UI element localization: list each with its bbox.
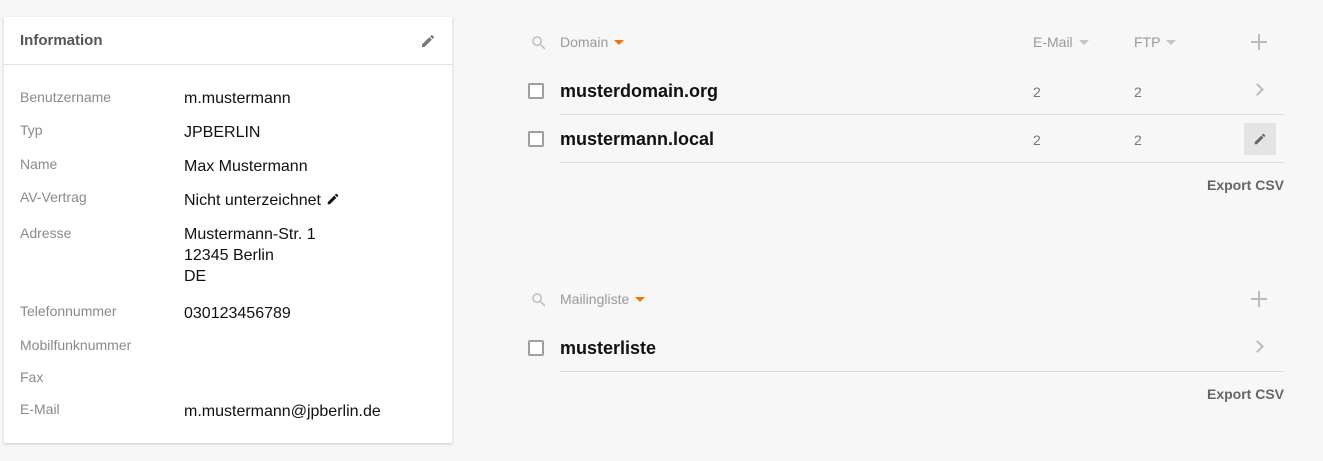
export-csv-link[interactable]: Export CSV <box>1207 386 1284 402</box>
sort-caret-icon <box>614 40 625 45</box>
sort-domain[interactable]: Domain <box>560 34 625 50</box>
field-value: Nicht unterzeichnet <box>184 190 340 212</box>
row-checkbox[interactable] <box>528 131 544 147</box>
email-count: 2 <box>1033 84 1041 100</box>
table-header: Domain E-Mail FTP <box>524 17 1284 67</box>
field-label: Mobilfunknummer <box>20 337 132 353</box>
field-value: m.mustermann <box>184 90 291 107</box>
field-label: E-Mail <box>20 401 60 417</box>
sort-ftp[interactable]: FTP <box>1134 34 1177 50</box>
chevron-right-icon[interactable] <box>1251 83 1264 96</box>
column-label: Mailingliste <box>560 291 630 307</box>
domain-table: Domain E-Mail FTP musterdomain.org 2 2 m… <box>524 17 1284 193</box>
card-header: Information <box>4 17 452 65</box>
field-label: Benutzername <box>20 89 112 105</box>
row-checkbox[interactable] <box>528 340 544 356</box>
edit-pencil-icon[interactable] <box>326 191 340 212</box>
address-line: 12345 Berlin <box>184 247 274 264</box>
field-value: Mustermann-Str. 1 12345 Berlin DE <box>184 224 316 287</box>
sort-mailingliste[interactable]: Mailingliste <box>560 291 646 307</box>
search-icon[interactable] <box>530 34 548 52</box>
sort-caret-icon <box>1166 40 1177 45</box>
sort-caret-icon <box>1078 40 1089 45</box>
mailinglist-table: Mailingliste musterliste Export CSV <box>524 274 1284 402</box>
mailinglist-name: musterliste <box>560 338 657 358</box>
table-row[interactable]: musterliste <box>524 324 1284 372</box>
email-count: 2 <box>1033 132 1041 148</box>
sort-email[interactable]: E-Mail <box>1033 34 1089 50</box>
search-icon[interactable] <box>530 291 548 309</box>
field-label: Name <box>20 156 58 172</box>
address-line: Mustermann-Str. 1 <box>184 226 316 243</box>
domain-name: musterdomain.org <box>560 81 719 101</box>
chevron-right-icon[interactable] <box>1251 340 1264 353</box>
information-card: Information Benutzername m.mustermann Ty… <box>4 17 452 443</box>
ftp-count: 2 <box>1134 84 1142 100</box>
export-csv-link[interactable]: Export CSV <box>1207 177 1284 193</box>
field-label: Typ <box>20 122 43 138</box>
table-row[interactable]: musterdomain.org 2 2 <box>524 67 1284 115</box>
edit-row-button[interactable] <box>1244 123 1276 155</box>
row-divider <box>560 162 1284 163</box>
field-label: Adresse <box>20 225 72 241</box>
domain-name: mustermann.local <box>560 129 715 149</box>
pencil-icon <box>1254 133 1266 145</box>
column-label: FTP <box>1134 34 1161 50</box>
address-line: DE <box>184 268 207 285</box>
ftp-count: 2 <box>1134 132 1142 148</box>
table-row[interactable]: mustermann.local 2 2 <box>524 115 1284 163</box>
field-value: Max Mustermann <box>184 158 308 175</box>
row-checkbox[interactable] <box>528 83 544 99</box>
sort-caret-icon <box>635 297 646 302</box>
table-header: Mailingliste <box>524 274 1284 324</box>
field-label: AV-Vertrag <box>20 189 87 205</box>
add-domain-plus-icon[interactable] <box>1250 33 1268 51</box>
row-divider <box>560 371 1284 372</box>
av-vertrag-status: Nicht unterzeichnet <box>184 192 321 209</box>
card-title: Information <box>20 32 103 49</box>
column-label: Domain <box>560 34 609 50</box>
field-value: m.mustermann@jpberlin.de <box>184 403 381 420</box>
pencil-icon[interactable] <box>420 33 436 49</box>
field-value: 030123456789 <box>184 305 291 322</box>
field-value: JPBERLIN <box>184 124 261 141</box>
column-label: E-Mail <box>1033 34 1073 50</box>
field-label: Telefonnummer <box>20 303 117 319</box>
add-mailinglist-plus-icon[interactable] <box>1250 290 1268 308</box>
field-label: Fax <box>20 369 44 385</box>
